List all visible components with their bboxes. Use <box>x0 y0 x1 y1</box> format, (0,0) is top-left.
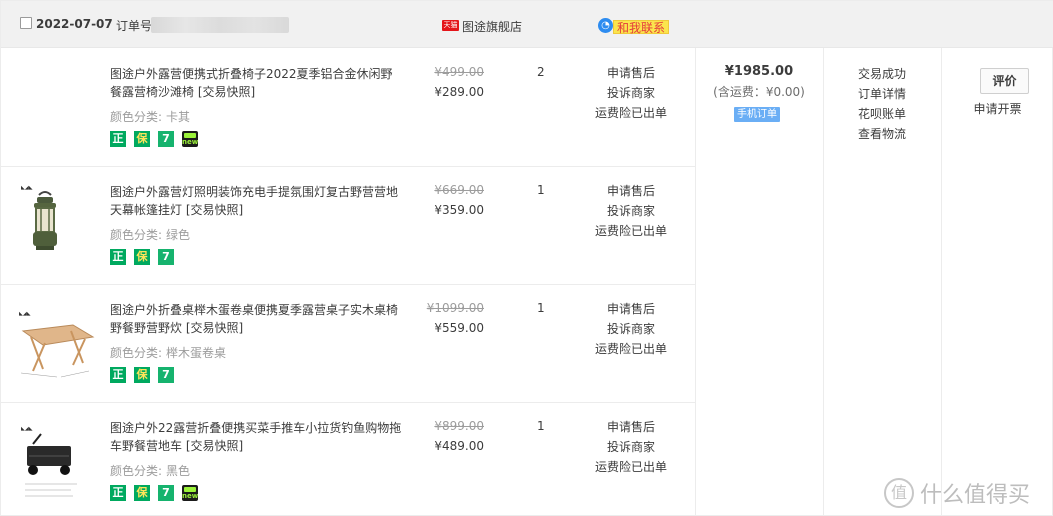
watermark: 值 什么值得买 <box>884 477 1030 509</box>
tmall-icon: 天猫 <box>442 20 459 31</box>
contact-seller-button[interactable]: 和我联系 <box>613 20 670 35</box>
column-divider <box>941 48 942 516</box>
attr-label: 颜色分类: <box>110 464 163 478</box>
attr-value: 卡其 <box>166 110 191 124</box>
item-actions: 申请售后 投诉商家 运费险已出单 <box>591 63 671 123</box>
item-title-link[interactable]: 图途户外折叠桌榉木蛋卷桌便携夏季露营桌子实木桌椅野餐野营野炊 [交易快照] <box>110 301 404 337</box>
order-number-blurred <box>151 17 289 33</box>
tmall-new-icon[interactable]: new <box>182 485 198 501</box>
svg-text:◣◢◣: ◣◢◣ <box>21 185 33 191</box>
attr-value: 绿色 <box>166 228 191 242</box>
attr-label: 颜色分类: <box>110 346 163 360</box>
rate-button[interactable]: 评价 <box>980 68 1029 94</box>
item-actions: 申请售后 投诉商家 运费险已出单 <box>591 299 671 359</box>
service-icons: 正 保 7 new <box>110 131 198 147</box>
table-thumbnail[interactable]: ◣◢◣ <box>15 301 99 393</box>
order-card: 2022-07-07 订单号 天猫 图途旗舰店 ◔ 和我联系 图途户外露营便携式… <box>0 0 1053 516</box>
column-divider <box>695 48 696 516</box>
item-quantity: 2 <box>537 65 545 79</box>
order-date: 2022-07-07 <box>36 17 113 31</box>
original-price: ¥899.00 <box>434 419 484 433</box>
after-sale-link[interactable]: 申请售后 <box>591 63 671 83</box>
trade-status: 交易成功 <box>857 67 906 81</box>
item-attribute: 颜色分类: 黑色 <box>110 462 190 479</box>
item-attribute: 颜色分类: 卡其 <box>110 108 190 125</box>
paid-price: ¥489.00 <box>434 439 484 453</box>
item-attribute: 颜色分类: 绿色 <box>110 226 190 243</box>
genuine-icon[interactable]: 正 <box>110 485 126 501</box>
complain-link[interactable]: 投诉商家 <box>591 201 671 221</box>
paid-price: ¥559.00 <box>434 321 484 335</box>
item-quantity: 1 <box>537 301 545 315</box>
track-logistics-link[interactable]: 查看物流 <box>823 124 941 144</box>
shipping-insurance-link[interactable]: 运费险已出单 <box>591 221 671 241</box>
attr-label: 颜色分类: <box>110 110 163 124</box>
item-quantity: 1 <box>537 419 545 433</box>
order-checkbox[interactable] <box>20 17 32 29</box>
original-price: ¥499.00 <box>434 65 484 79</box>
guarantee-icon[interactable]: 保 <box>134 485 150 501</box>
service-icons: 正 保 7 <box>110 367 174 383</box>
huabei-bill-link[interactable]: 花呗账单 <box>823 104 941 124</box>
attr-label: 颜色分类: <box>110 228 163 242</box>
seven-day-return-icon[interactable]: 7 <box>158 131 174 147</box>
complain-link[interactable]: 投诉商家 <box>591 83 671 103</box>
genuine-icon[interactable]: 正 <box>110 249 126 265</box>
lantern-thumbnail[interactable]: ◣◢◣ <box>17 181 73 273</box>
shop-name-link[interactable]: 图途旗舰店 <box>462 18 522 35</box>
item-title-link[interactable]: 图途户外露营便携式折叠椅子2022夏季铝合金休闲野餐露营椅沙滩椅 [交易快照] <box>110 65 404 101</box>
svg-text:◣◢◣: ◣◢◣ <box>21 426 33 432</box>
order-header: 2022-07-07 订单号 天猫 图途旗舰店 ◔ 和我联系 <box>1 1 1053 48</box>
shipping-fee: (含运费：¥0.00) <box>713 85 805 99</box>
guarantee-icon[interactable]: 保 <box>134 249 150 265</box>
genuine-icon[interactable]: 正 <box>110 131 126 147</box>
after-sale-link[interactable]: 申请售后 <box>591 299 671 319</box>
original-price: ¥669.00 <box>434 183 484 197</box>
request-invoice-link[interactable]: 申请开票 <box>941 100 1053 117</box>
order-total: ¥1985.00 <box>724 64 794 79</box>
item-title-link[interactable]: 图途户外22露营折叠便携买菜手推车小拉货钓鱼购物拖车野餐营地车 [交易快照] <box>110 419 404 455</box>
attr-value: 黑色 <box>166 464 191 478</box>
complain-link[interactable]: 投诉商家 <box>591 319 671 339</box>
order-number-label: 订单号 <box>116 19 153 33</box>
complain-link[interactable]: 投诉商家 <box>591 437 671 457</box>
order-detail-link[interactable]: 订单详情 <box>823 84 941 104</box>
svg-text:◣◢◣: ◣◢◣ <box>19 311 31 317</box>
seven-day-return-icon[interactable]: 7 <box>158 249 174 265</box>
tmall-new-icon[interactable]: new <box>182 131 198 147</box>
cart-thumbnail[interactable]: ◣◢◣ <box>17 419 87 511</box>
guarantee-icon[interactable]: 保 <box>134 131 150 147</box>
order-status-column: 交易成功 订单详情 花呗账单 查看物流 <box>823 64 941 144</box>
paid-price: ¥359.00 <box>434 203 484 217</box>
shipping-insurance-link[interactable]: 运费险已出单 <box>591 103 671 123</box>
service-icons: 正 保 7 <box>110 249 174 265</box>
guarantee-icon[interactable]: 保 <box>134 367 150 383</box>
watermark-text: 什么值得买 <box>920 483 1031 508</box>
watermark-logo-icon: 值 <box>884 478 914 508</box>
row-divider <box>1 402 695 403</box>
after-sale-link[interactable]: 申请售后 <box>591 417 671 437</box>
genuine-icon[interactable]: 正 <box>110 367 126 383</box>
attr-value: 榉木蛋卷桌 <box>166 346 227 360</box>
service-icons: 正 保 7 new <box>110 485 198 501</box>
item-title-link[interactable]: 图途户外露营灯照明装饰充电手提氛围灯复古野营营地天幕帐篷挂灯 [交易快照] <box>110 183 404 219</box>
item-quantity: 1 <box>537 183 545 197</box>
paid-price: ¥289.00 <box>434 85 484 99</box>
item-actions: 申请售后 投诉商家 运费险已出单 <box>591 181 671 241</box>
seven-day-return-icon[interactable]: 7 <box>158 367 174 383</box>
seven-day-return-icon[interactable]: 7 <box>158 485 174 501</box>
shipping-insurance-link[interactable]: 运费险已出单 <box>591 339 671 359</box>
mobile-order-badge: 手机订单 <box>734 107 780 122</box>
chat-icon[interactable]: ◔ <box>598 18 613 33</box>
row-divider <box>1 166 695 167</box>
after-sale-link[interactable]: 申请售后 <box>591 181 671 201</box>
shipping-insurance-link[interactable]: 运费险已出单 <box>591 457 671 477</box>
row-divider <box>1 284 695 285</box>
item-actions: 申请售后 投诉商家 运费险已出单 <box>591 417 671 477</box>
item-attribute: 颜色分类: 榉木蛋卷桌 <box>110 344 226 361</box>
original-price: ¥1099.00 <box>426 301 484 315</box>
